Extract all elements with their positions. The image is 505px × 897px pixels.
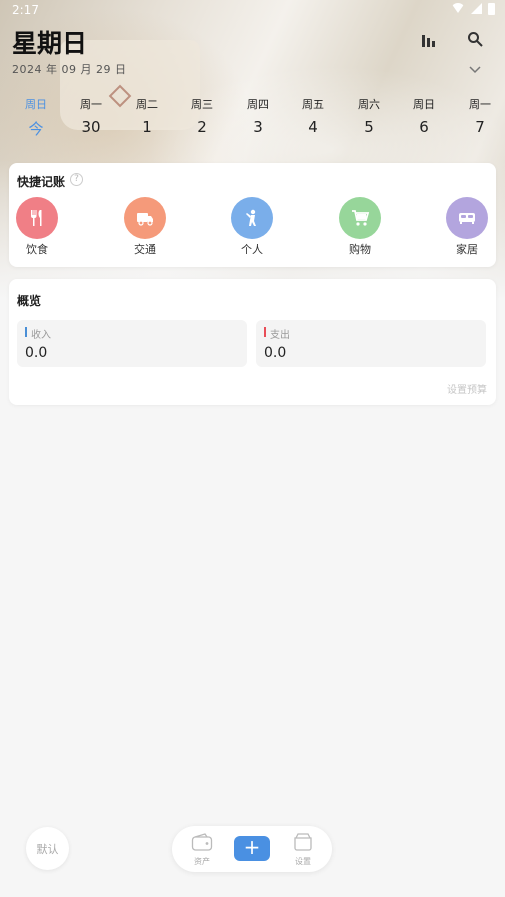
page-title: 星期日	[12, 29, 88, 58]
status-time: 2:17	[12, 3, 39, 17]
status-bar: 2:17	[0, 0, 505, 22]
battery-icon	[488, 3, 495, 15]
statistics-button[interactable]	[415, 26, 443, 54]
chevron-down-icon	[469, 66, 481, 74]
nav-assets-label: 资产	[194, 857, 210, 866]
day-number: 3	[253, 118, 263, 136]
quick-item-label: 交通	[134, 243, 156, 256]
day-name: 周日	[25, 98, 47, 111]
day-name: 周五	[302, 98, 324, 111]
quick-accounting-card: 快捷记账 ? 饮食 交通 个人 购物 家居	[9, 163, 496, 267]
truck-icon	[124, 197, 166, 239]
day-name: 周一	[80, 98, 102, 111]
search-button[interactable]	[461, 25, 489, 53]
day-item[interactable]: 周五 4	[293, 96, 333, 136]
day-item[interactable]: 周四 3	[238, 96, 278, 136]
quick-item-label: 个人	[241, 243, 263, 256]
bottom-navigation: 资产 + 设置	[172, 826, 332, 872]
expense-summary[interactable]: 支出 0.0	[256, 320, 486, 367]
day-item[interactable]: 周二 1	[127, 96, 167, 136]
expense-label: 支出	[264, 326, 290, 341]
day-number: 2	[197, 118, 207, 136]
default-book-button[interactable]: 默认	[26, 827, 69, 870]
person-icon	[231, 197, 273, 239]
day-number: 今	[28, 120, 44, 138]
overview-card: 概览 收入 0.0 支出 0.0 设置预算	[9, 279, 496, 405]
day-name: 周一	[469, 98, 491, 111]
day-name: 周四	[247, 98, 269, 111]
nav-assets[interactable]: 资产	[184, 833, 220, 867]
search-icon	[468, 32, 483, 47]
week-strip: 周日 今 周一 30 周二 1 周三 2 周四 3 周五 4 周六 5 周日 6…	[0, 96, 505, 139]
day-name: 周六	[358, 98, 380, 111]
day-number: 7	[475, 118, 485, 136]
help-icon[interactable]: ?	[70, 173, 83, 186]
day-name: 周二	[136, 98, 158, 111]
day-number: 30	[81, 118, 101, 136]
quick-accounting-title: 快捷记账	[17, 175, 66, 189]
quick-item-label: 购物	[349, 243, 371, 256]
signal-icon	[471, 3, 482, 14]
day-name: 周日	[413, 98, 435, 111]
current-date: 2024 年 09 月 29 日	[12, 63, 127, 76]
expand-calendar-button[interactable]	[461, 55, 489, 83]
day-number: 5	[364, 118, 374, 136]
quick-item-home[interactable]: 家居	[437, 197, 497, 257]
day-item[interactable]: 周三 2	[182, 96, 222, 136]
cart-icon	[339, 197, 381, 239]
day-item[interactable]: 周日 今	[16, 96, 56, 139]
quick-item-transport[interactable]: 交通	[115, 197, 175, 257]
add-record-button[interactable]: +	[234, 836, 270, 861]
bed-icon	[446, 197, 488, 239]
day-item[interactable]: 周日 6	[404, 96, 444, 136]
overview-title: 概览	[17, 294, 42, 308]
settings-box-icon	[294, 833, 312, 851]
day-name: 周三	[191, 98, 213, 111]
nav-settings[interactable]: 设置	[285, 833, 321, 867]
day-item[interactable]: 周一 7	[460, 96, 500, 136]
nav-settings-label: 设置	[295, 857, 311, 866]
day-number: 1	[142, 118, 152, 136]
income-label: 收入	[25, 326, 51, 341]
income-summary[interactable]: 收入 0.0	[17, 320, 247, 367]
income-value: 0.0	[25, 345, 48, 361]
day-item[interactable]: 周六 5	[349, 96, 389, 136]
quick-item-food[interactable]: 饮食	[7, 197, 67, 257]
wallet-icon	[191, 833, 213, 851]
set-budget-link[interactable]: 设置预算	[447, 381, 487, 396]
quick-item-label: 家居	[456, 243, 478, 256]
day-number: 4	[308, 118, 318, 136]
expense-value: 0.0	[264, 345, 287, 361]
quick-item-shopping[interactable]: 购物	[330, 197, 390, 257]
status-icons	[451, 3, 495, 15]
day-number: 6	[419, 118, 429, 136]
quick-item-label: 饮食	[26, 243, 48, 256]
wifi-icon	[451, 3, 465, 13]
fork-knife-icon	[16, 197, 58, 239]
quick-item-personal[interactable]: 个人	[222, 197, 282, 257]
day-item[interactable]: 周一 30	[71, 96, 111, 136]
bar-chart-icon	[422, 35, 435, 47]
